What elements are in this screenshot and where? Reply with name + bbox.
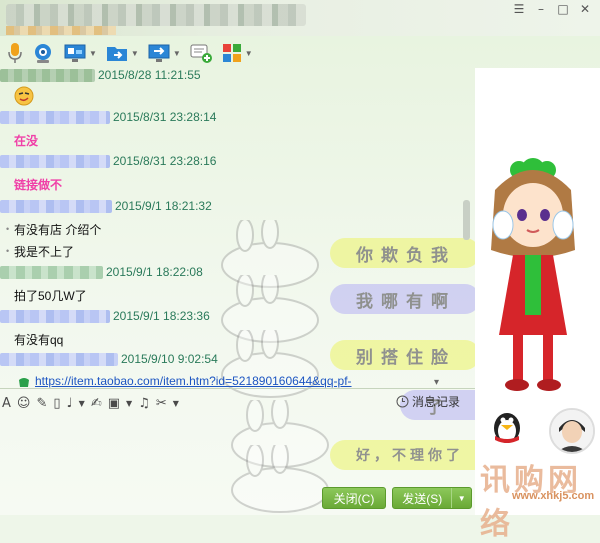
message-link[interactable]: https://item.taobao.com/item.htm?id=5218… (35, 374, 352, 388)
message-text: 在没 (14, 134, 39, 148)
message-header: 2015/8/31 23:28:16 (0, 154, 216, 168)
sender-name-blurred (0, 352, 118, 366)
chevron-down-icon[interactable]: ▼ (131, 49, 139, 58)
chat-scrollbar-thumb[interactable] (463, 200, 470, 240)
chevron-down-icon[interactable]: ▼ (173, 399, 179, 408)
sender-name-blurred (0, 265, 103, 279)
contact-status-blurred (6, 26, 116, 35)
emoji-picker-icon[interactable]: ☺ (17, 396, 31, 411)
window-controls: ☰ – □ ✕ (508, 0, 596, 18)
video-button[interactable] (28, 40, 58, 66)
clock-icon (396, 395, 409, 408)
message-timestamp: 2015/9/1 18:23:36 (113, 309, 210, 323)
watermark-url: www.xhkj5.com (512, 490, 595, 502)
title-bar: ☰ – □ ✕ (0, 0, 600, 36)
video-icon (35, 44, 51, 63)
chevron-down-icon[interactable]: ▼ (79, 399, 85, 408)
message-text: 我是不上了 (14, 245, 75, 259)
chevron-down-icon[interactable]: ▼ (451, 488, 471, 508)
bullet-icon: • (6, 246, 10, 256)
font-icon[interactable]: A (2, 396, 11, 411)
bullet-icon: • (6, 224, 10, 234)
close-button[interactable]: 关闭(C) (322, 487, 386, 509)
remote-desktop-button[interactable]: ▼ (144, 40, 184, 66)
minimize-button[interactable]: – (530, 0, 552, 18)
chevron-down-icon[interactable]: ▼ (126, 399, 132, 408)
message-header: 2015/9/10 9:02:54 (0, 352, 218, 366)
edit-icon[interactable]: ✍ (91, 396, 102, 411)
contact-name-blurred (6, 4, 306, 26)
message-header: 2015/9/1 18:21:32 (0, 199, 212, 213)
close-window-button[interactable]: ✕ (574, 0, 596, 18)
message-header: 2015/8/28 11:21:55 (0, 68, 201, 82)
apps-button[interactable]: ▼ (218, 40, 256, 66)
message-history-label: 消息记录 (412, 395, 461, 409)
message-timestamp: 2015/9/1 18:21:32 (115, 199, 212, 213)
sender-name-blurred (0, 110, 110, 124)
message-body (14, 86, 34, 109)
chevron-down-icon[interactable]: ▼ (89, 49, 97, 58)
chat-window: ☰ – □ ✕ ▼ ▼ ▼ ▼ 你欺负我 我哪有啊 别搭住脸 了 好，不理你了 … (0, 0, 600, 542)
message-timestamp: 2015/8/31 23:28:14 (113, 110, 217, 124)
message-timestamp: 2015/8/31 23:28:16 (113, 154, 217, 168)
avatar-show-image (483, 158, 585, 391)
send-message-icon (190, 44, 212, 63)
message-header: 2015/9/1 18:23:36 (0, 309, 210, 323)
music-icon[interactable]: ♫ (138, 396, 150, 411)
maximize-button[interactable]: □ (552, 0, 574, 18)
user-avatar-image (551, 410, 593, 452)
message-header: 2015/9/1 18:22:08 (0, 265, 203, 279)
sender-name-blurred (0, 309, 110, 323)
shop-link-icon (19, 378, 29, 387)
voice-button[interactable] (4, 40, 26, 66)
chat-toolbar: ▼ ▼ ▼ ▼ (0, 38, 600, 68)
voice-message-icon[interactable]: ♩ (67, 396, 73, 411)
magic-wand-icon[interactable]: ✎ (36, 396, 47, 411)
message-input[interactable] (0, 415, 475, 485)
emoji-icon (14, 86, 34, 106)
my-avatar[interactable] (549, 408, 595, 454)
message-text: 有没有qq (14, 333, 64, 347)
divider (0, 388, 475, 389)
voice-icon (8, 43, 22, 63)
remote-desktop-icon (148, 44, 170, 62)
message-header: 2015/8/31 23:28:14 (0, 110, 216, 124)
file-transfer-button[interactable]: ▼ (102, 40, 142, 66)
shake-icon[interactable]: ▯ (53, 396, 60, 411)
qq-penguin-icon (494, 413, 520, 443)
sender-name-blurred (0, 154, 110, 168)
sender-name-blurred (0, 68, 95, 82)
send-button-label: 发送(S) (402, 491, 443, 506)
skin-icon[interactable]: ☰ (508, 0, 530, 18)
message-text: 拍了50几W了 (14, 289, 87, 303)
message-text: 有没有店 介绍个 (14, 223, 102, 237)
file-transfer-icon (106, 47, 127, 61)
chevron-down-icon[interactable]: ▼ (173, 49, 181, 58)
apps-icon (222, 44, 241, 62)
screen-share-button[interactable]: ▼ (60, 40, 100, 66)
scroll-down-icon[interactable]: ▾ (434, 377, 439, 388)
send-button[interactable]: 发送(S) ▼ (392, 487, 472, 509)
screen-share-icon (64, 44, 86, 62)
screenshot-scissors-icon[interactable]: ✂ (156, 396, 167, 411)
send-message-button[interactable] (186, 40, 216, 66)
sender-name-blurred (0, 199, 112, 213)
image-icon[interactable]: ▣ (108, 396, 120, 411)
message-history-button[interactable]: 消息记录 (396, 393, 460, 410)
message-timestamp: 2015/9/10 9:02:54 (121, 352, 218, 366)
message-text: 链接做不 (14, 178, 63, 192)
message-timestamp: 2015/8/28 11:21:55 (98, 68, 201, 82)
chat-history[interactable]: 2015/8/28 11:21:55 2015/8/31 23:28:14 在没… (0, 68, 475, 388)
chevron-down-icon[interactable]: ▼ (245, 49, 253, 58)
message-timestamp: 2015/9/1 18:22:08 (106, 265, 203, 279)
